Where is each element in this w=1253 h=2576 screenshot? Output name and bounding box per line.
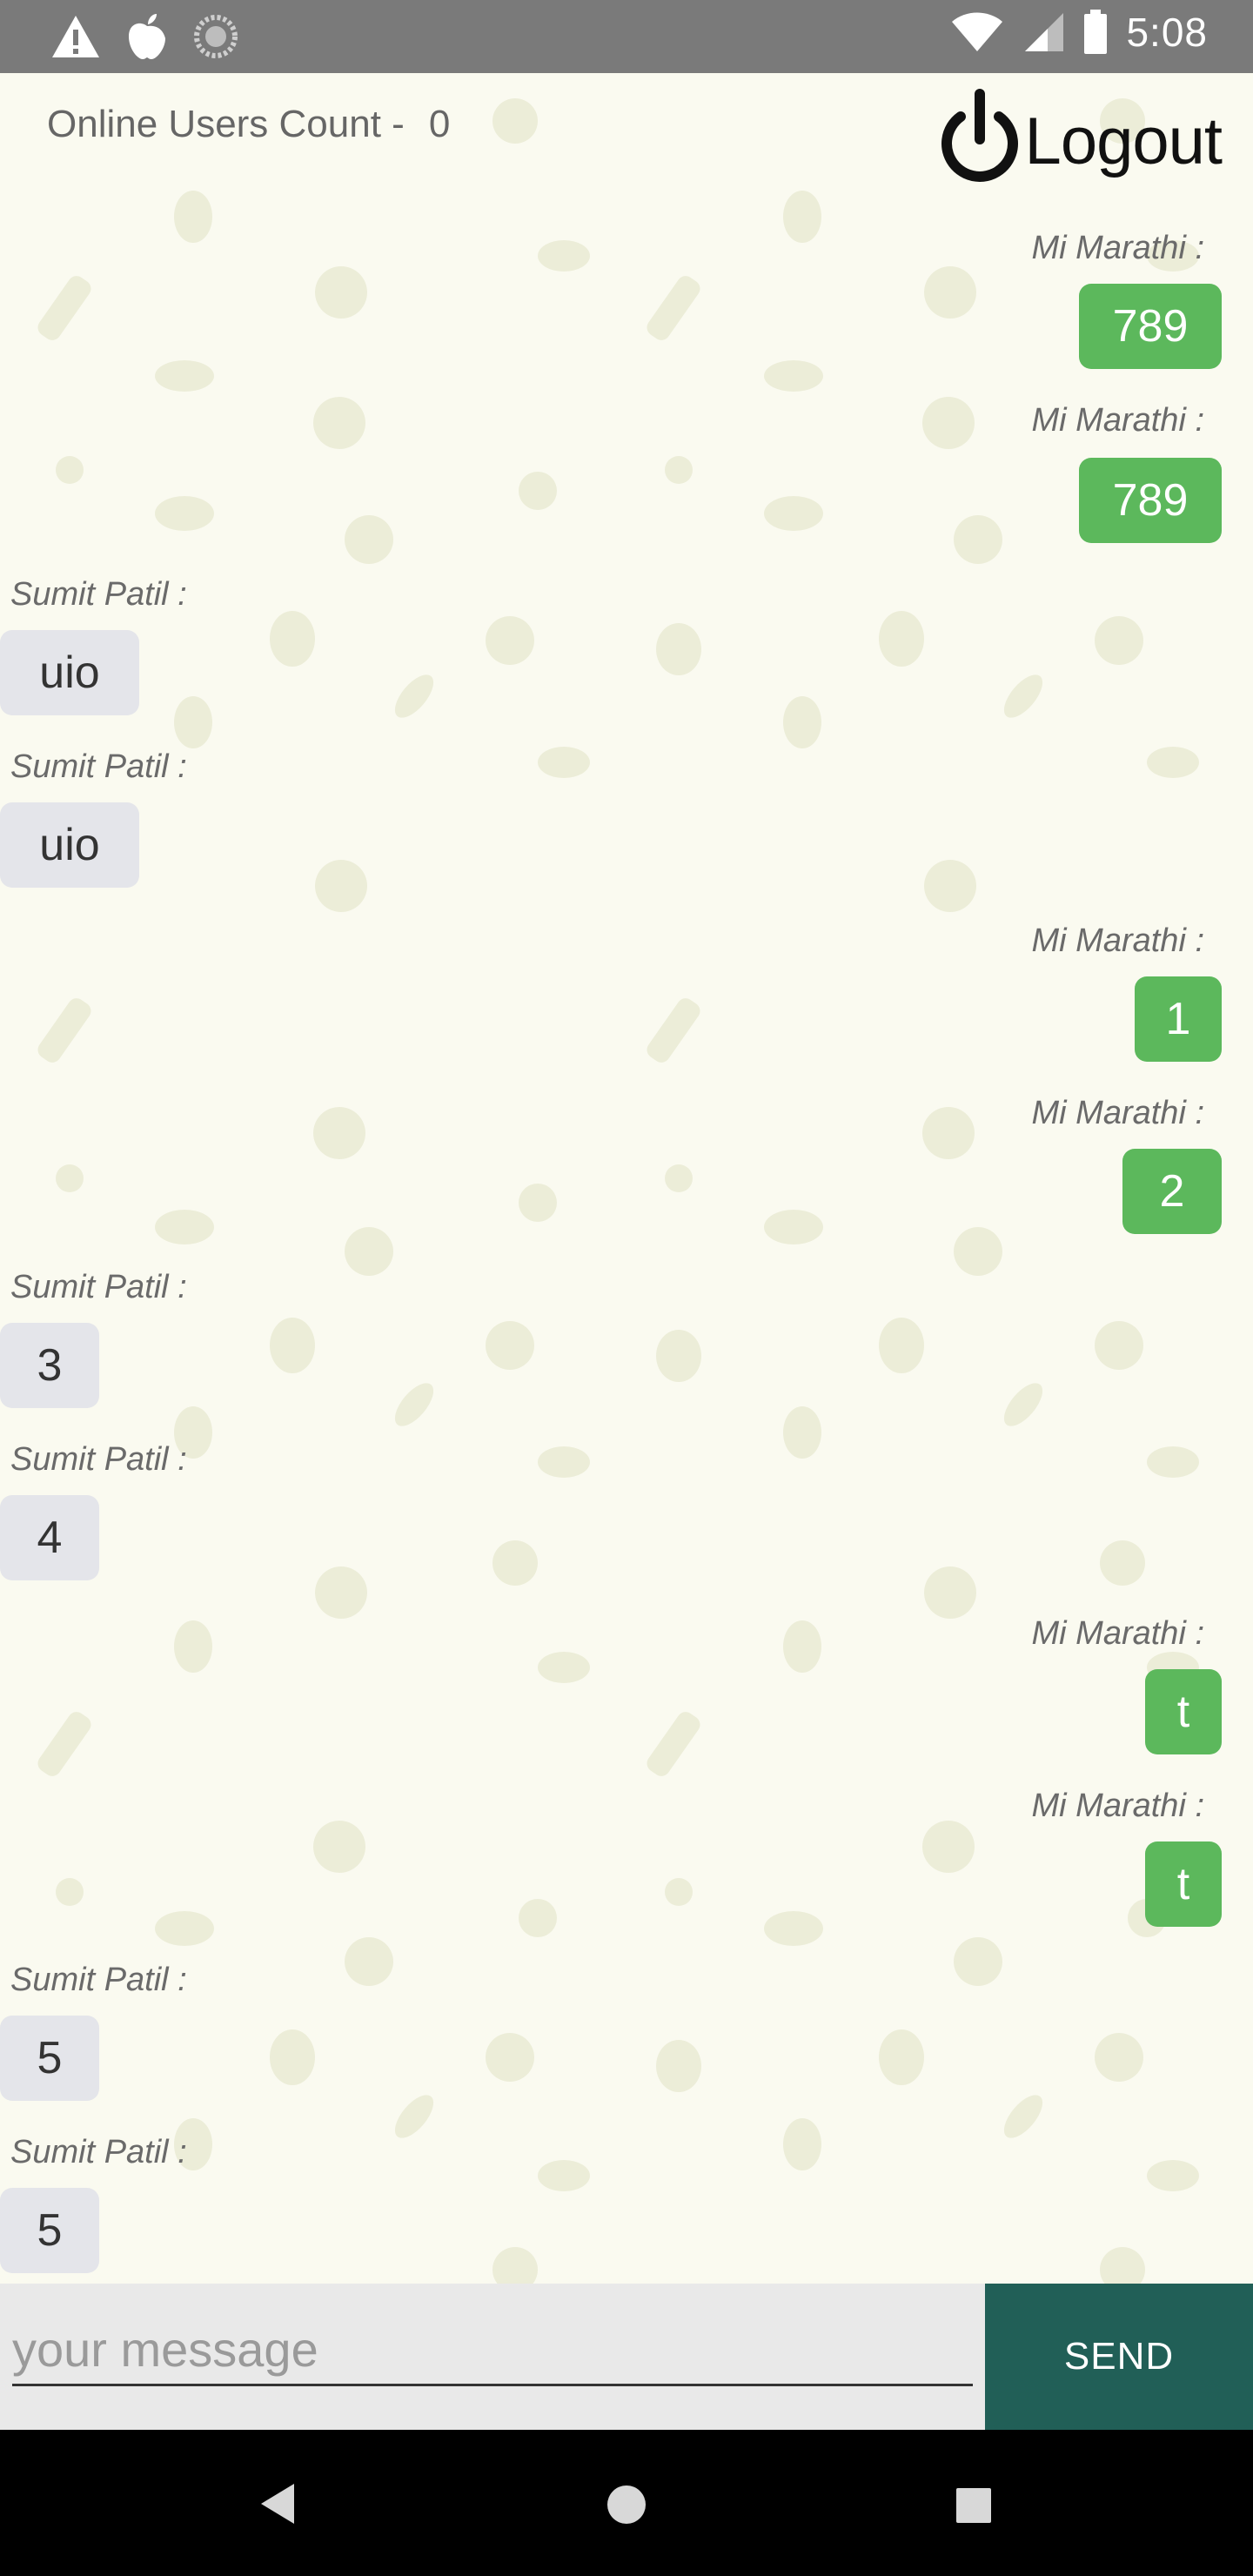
message-sender: Mi Marathi : <box>1031 922 1204 959</box>
message-item: Sumit Patil : <box>10 1441 187 1479</box>
message-sender: Mi Marathi : <box>1031 230 1204 266</box>
online-users-count: Online Users Count - 0 <box>47 103 450 146</box>
status-bar: 5:08 <box>0 0 1253 73</box>
status-time: 5:08 <box>1126 10 1208 55</box>
message-item: Mi Marathi : <box>1032 922 1204 960</box>
online-users-label: Online Users Count - <box>47 103 405 145</box>
message-item: Mi Marathi : <box>1032 402 1204 439</box>
message-item: Sumit Patil : <box>10 1269 187 1306</box>
message-item: Mi Marathi : <box>1032 1615 1204 1653</box>
message-bubble-theirs[interactable]: 3 <box>0 1323 99 1408</box>
message-bubble-theirs[interactable]: 5 <box>0 2188 99 2273</box>
apple-icon <box>129 14 165 59</box>
send-button[interactable]: SEND <box>985 2284 1253 2430</box>
navigation-bar <box>0 2430 1253 2576</box>
message-item: Sumit Patil : <box>10 748 187 786</box>
message-sender: Sumit Patil : <box>10 1962 187 1998</box>
status-right-icons: 5:08 <box>950 9 1208 56</box>
message-bubble-mine[interactable]: 789 <box>1079 458 1222 543</box>
status-left-icons <box>50 12 238 61</box>
back-icon[interactable] <box>258 2482 298 2526</box>
message-sender: Sumit Patil : <box>10 2134 187 2170</box>
message-bubble-mine[interactable]: 2 <box>1122 1149 1222 1234</box>
message-sender: Mi Marathi : <box>1031 1788 1204 1824</box>
message-item: Mi Marathi : <box>1032 1788 1204 1825</box>
message-bubble-theirs[interactable]: 5 <box>0 2016 99 2101</box>
message-bubble-theirs[interactable]: uio <box>0 802 139 888</box>
message-item: Sumit Patil : <box>10 576 187 614</box>
message-bubble-theirs[interactable]: 4 <box>0 1495 99 1580</box>
logout-button[interactable]: Logout <box>936 87 1223 195</box>
sync-icon <box>194 15 238 58</box>
online-users-value: 0 <box>428 103 451 145</box>
home-icon[interactable] <box>606 2484 647 2526</box>
message-sender: Sumit Patil : <box>10 1269 187 1305</box>
message-bubble-mine[interactable]: 1 <box>1135 976 1222 1062</box>
message-item: Sumit Patil : <box>10 2134 187 2171</box>
wifi-icon <box>952 12 1003 51</box>
signal-icon <box>1025 13 1064 51</box>
message-item: Sumit Patil : <box>10 1962 187 1999</box>
power-icon <box>941 89 1018 182</box>
message-bubble-mine[interactable]: t <box>1145 1669 1222 1754</box>
message-bubble-mine[interactable]: 789 <box>1079 284 1222 369</box>
battery-icon <box>1084 10 1108 54</box>
logout-label: Logout <box>1024 104 1223 178</box>
message-item: Mi Marathi : <box>1032 1095 1204 1132</box>
message-sender: Mi Marathi : <box>1031 1615 1204 1652</box>
message-bubble-mine[interactable]: t <box>1145 1841 1222 1927</box>
message-sender: Sumit Patil : <box>10 748 187 785</box>
message-item: Mi Marathi : <box>1032 230 1204 267</box>
message-sender: Sumit Patil : <box>10 1441 187 1478</box>
message-bubble-theirs[interactable]: uio <box>0 630 139 715</box>
message-sender: Mi Marathi : <box>1031 1095 1204 1131</box>
warning-icon <box>52 16 99 57</box>
recents-icon[interactable] <box>955 2487 992 2524</box>
message-input[interactable] <box>12 2315 973 2386</box>
message-sender: Sumit Patil : <box>10 576 187 613</box>
message-sender: Mi Marathi : <box>1031 402 1204 439</box>
